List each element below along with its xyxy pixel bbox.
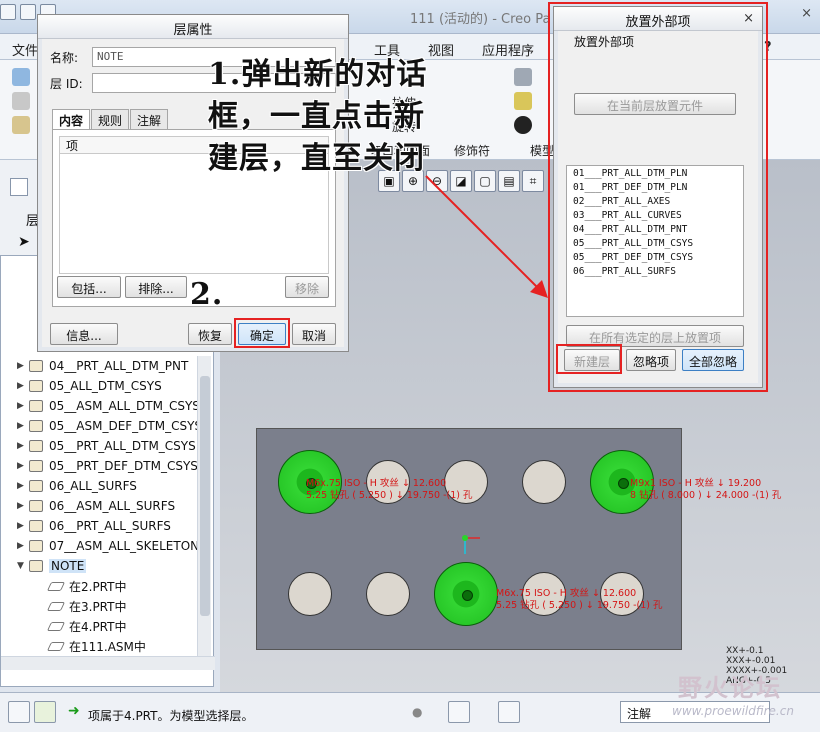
- selection-dots-icon[interactable]: ●: [412, 705, 422, 719]
- browser-icon[interactable]: [34, 701, 56, 723]
- box-select-icon[interactable]: [498, 701, 520, 723]
- tree-toggle-icon[interactable]: [8, 701, 30, 723]
- message-arrow-icon: ➜: [68, 703, 80, 719]
- step1-instruction: 1.弹出新的对话 框，一直点击新 建层，直至关闭: [208, 57, 428, 176]
- watermark-text: 野火论坛: [678, 674, 782, 702]
- step2-instruction: 2.: [190, 277, 224, 312]
- watermark-url: www.proewildfire.cn: [672, 704, 794, 718]
- status-message: 项属于4.PRT。为模型选择层。: [88, 709, 254, 723]
- find-icon[interactable]: [448, 701, 470, 723]
